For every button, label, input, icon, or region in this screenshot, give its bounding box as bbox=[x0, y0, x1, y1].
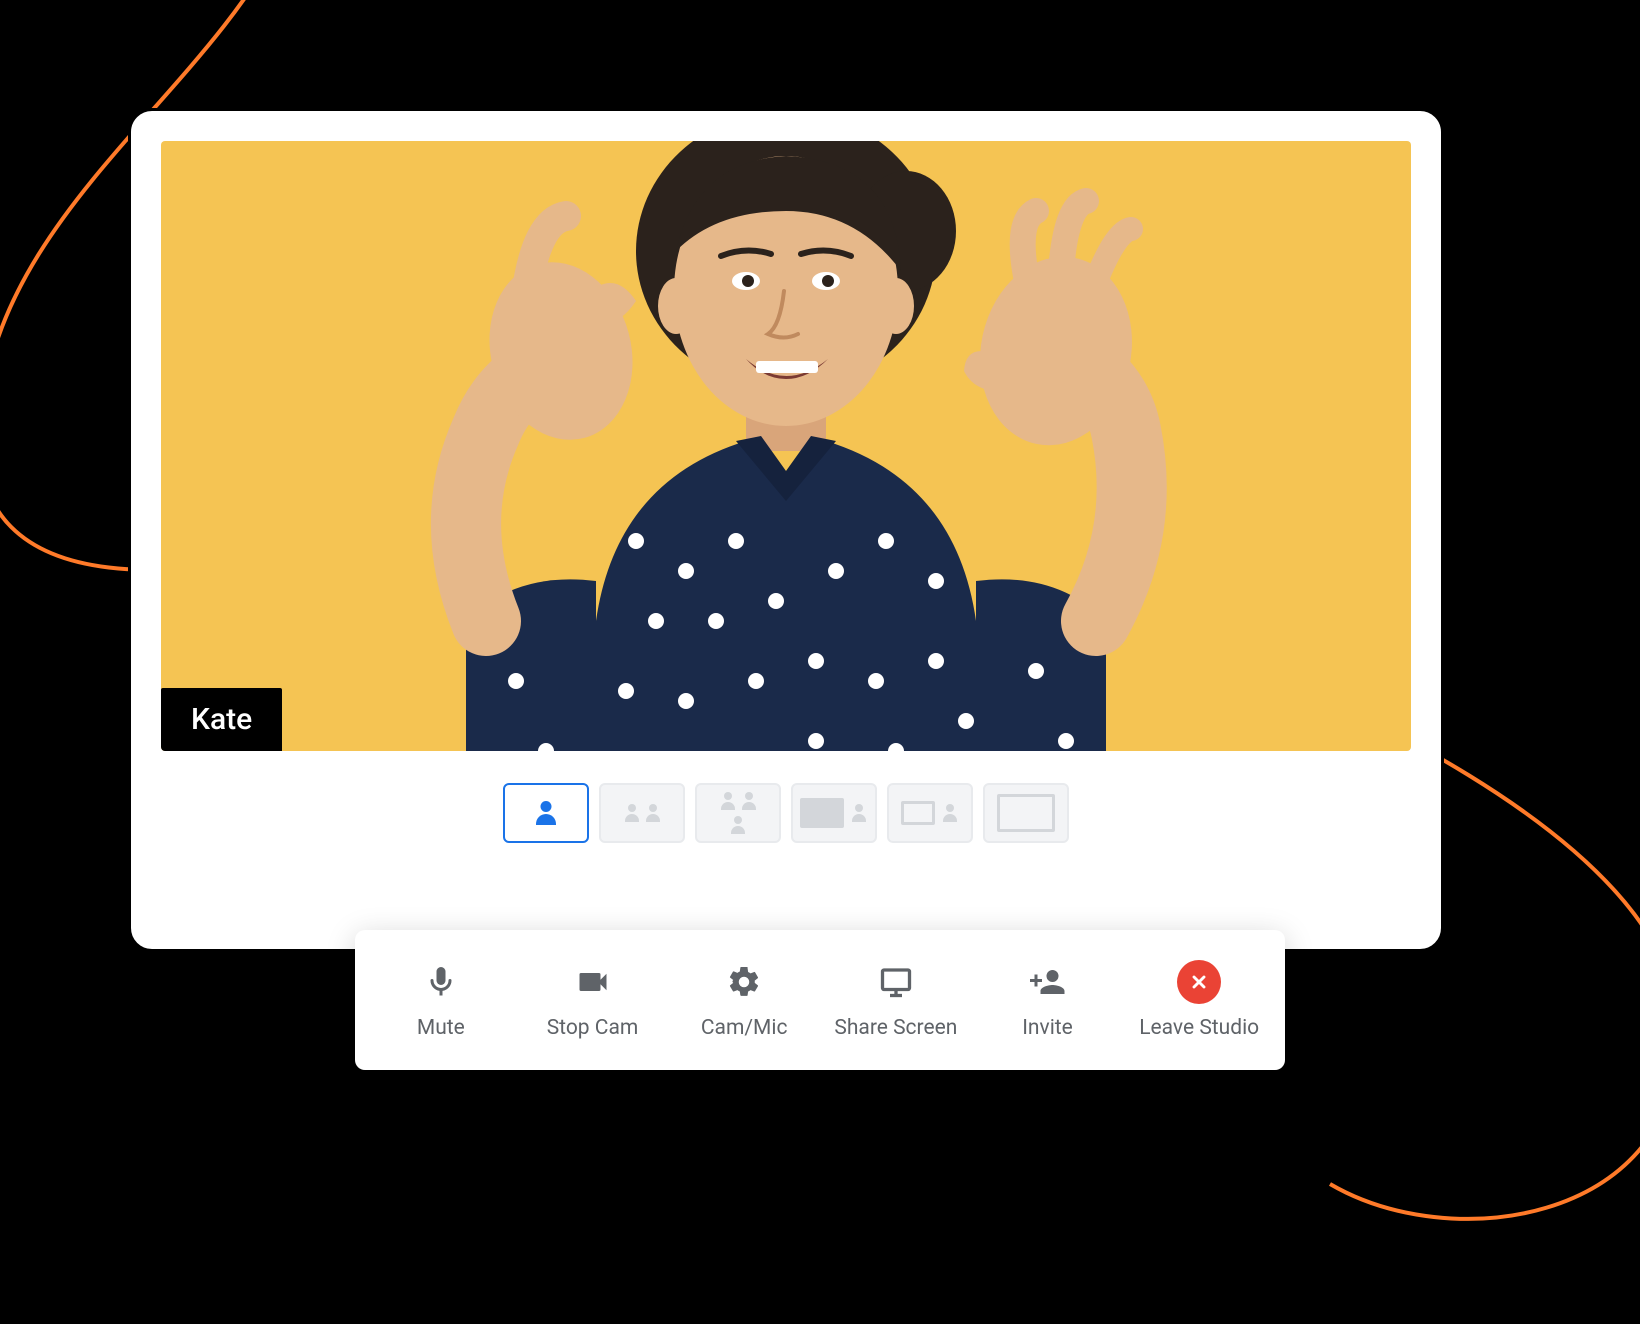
screen-icon bbox=[874, 960, 918, 1004]
person-icon bbox=[623, 804, 641, 822]
person-icon bbox=[719, 792, 737, 810]
layout-picker bbox=[503, 783, 1069, 843]
studio-toolbar: Mute Stop Cam Cam/Mic Share Screen Invit… bbox=[355, 930, 1285, 1070]
layout-single[interactable] bbox=[503, 783, 589, 843]
person-icon bbox=[644, 804, 662, 822]
layout-blank[interactable] bbox=[983, 783, 1069, 843]
layout-two[interactable] bbox=[599, 783, 685, 843]
participant-name: Kate bbox=[191, 702, 252, 737]
person-icon bbox=[703, 816, 773, 834]
participant-name-tag: Kate bbox=[161, 688, 282, 751]
mic-icon bbox=[419, 960, 463, 1004]
share-screen-label: Share Screen bbox=[834, 1016, 957, 1040]
rect-icon bbox=[800, 798, 844, 828]
rect-icon bbox=[997, 794, 1055, 832]
layout-spotlight-rect[interactable] bbox=[887, 783, 973, 843]
leave-studio-button[interactable]: Leave Studio bbox=[1123, 930, 1275, 1070]
rect-icon bbox=[901, 801, 935, 825]
invite-button[interactable]: Invite bbox=[972, 930, 1124, 1070]
mute-button[interactable]: Mute bbox=[365, 930, 517, 1070]
layout-spotlight-one[interactable] bbox=[791, 783, 877, 843]
stop-cam-label: Stop Cam bbox=[547, 1016, 639, 1040]
person-icon bbox=[941, 804, 959, 822]
person-plus-icon bbox=[1026, 960, 1070, 1004]
leave-studio-label: Leave Studio bbox=[1139, 1016, 1259, 1040]
stop-cam-button[interactable]: Stop Cam bbox=[517, 930, 669, 1070]
cam-mic-label: Cam/Mic bbox=[701, 1016, 788, 1040]
gear-icon bbox=[722, 960, 766, 1004]
studio-panel: Kate bbox=[128, 108, 1444, 952]
person-icon bbox=[534, 801, 558, 825]
video-feed: Kate bbox=[161, 141, 1411, 751]
invite-label: Invite bbox=[1022, 1016, 1073, 1040]
close-icon bbox=[1177, 960, 1221, 1004]
mute-label: Mute bbox=[417, 1016, 465, 1040]
layout-three[interactable] bbox=[695, 783, 781, 843]
camera-icon bbox=[571, 960, 615, 1004]
share-screen-button[interactable]: Share Screen bbox=[820, 930, 972, 1070]
participant-video bbox=[336, 141, 1236, 751]
person-icon bbox=[740, 792, 758, 810]
person-icon bbox=[850, 804, 868, 822]
cam-mic-button[interactable]: Cam/Mic bbox=[668, 930, 820, 1070]
